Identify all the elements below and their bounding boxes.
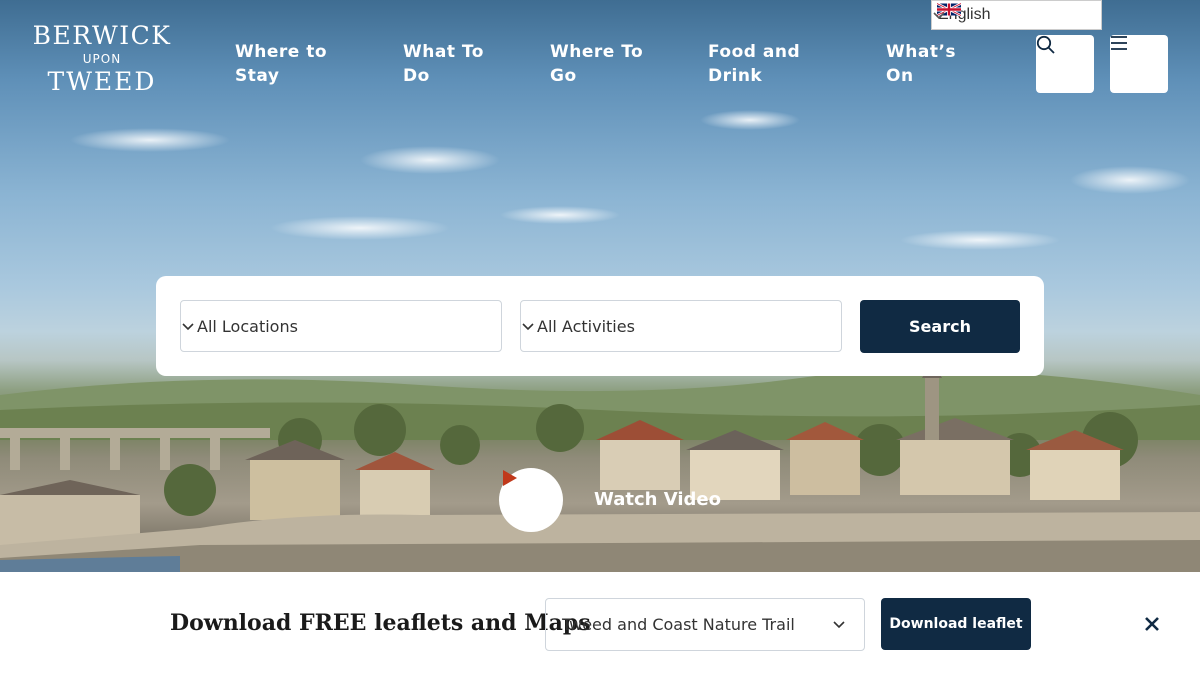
nav-food-and-drink[interactable]: Food and Drink — [708, 40, 800, 88]
leaflet-bar-title: Download FREE leaflets and Maps — [170, 610, 591, 636]
logo-line-3: TWEED — [47, 67, 157, 96]
chevron-down-icon — [833, 621, 845, 629]
activity-select[interactable]: All Activities — [520, 300, 842, 352]
hamburger-menu-icon — [1111, 36, 1127, 50]
watch-video-button[interactable] — [499, 468, 563, 532]
chevron-down-icon — [522, 323, 534, 331]
chevron-down-icon — [182, 323, 194, 331]
chevron-down-icon — [933, 12, 945, 20]
language-selector[interactable]: English — [931, 0, 1102, 30]
location-select[interactable]: All Locations — [180, 300, 502, 352]
watch-video-label[interactable]: Watch Video — [594, 489, 721, 510]
nav-whats-on[interactable]: What’s On — [886, 40, 956, 88]
site-logo[interactable]: BERWICK UPON TWEED — [32, 22, 172, 96]
download-leaflet-button[interactable]: Download leaflet — [881, 598, 1031, 650]
location-select-value: All Locations — [197, 316, 298, 336]
hero-banner: BERWICK UPON TWEED Where to Stay What To… — [0, 0, 1200, 572]
logo-line-2: UPON — [82, 52, 122, 66]
search-button[interactable] — [1036, 35, 1094, 93]
menu-button[interactable] — [1110, 35, 1168, 93]
nav-where-to-go[interactable]: Where To Go — [550, 40, 643, 88]
search-submit-button[interactable]: Search — [860, 300, 1020, 353]
nav-where-to-stay[interactable]: Where to Stay — [235, 40, 327, 88]
close-icon[interactable] — [1140, 612, 1164, 636]
leaflet-select-value: Tweed and Coast Nature Trail — [562, 615, 795, 634]
leaflet-download-bar: Download FREE leaflets and Maps Tweed an… — [0, 572, 1200, 675]
activity-select-value: All Activities — [537, 316, 635, 336]
nav-what-to-do[interactable]: What To Do — [403, 40, 484, 88]
logo-line-1: BERWICK — [32, 21, 172, 50]
search-icon — [1036, 35, 1055, 54]
search-panel: All Locations All Activities Search — [156, 276, 1044, 376]
leaflet-select[interactable]: Tweed and Coast Nature Trail — [545, 598, 865, 651]
play-icon — [503, 470, 517, 486]
